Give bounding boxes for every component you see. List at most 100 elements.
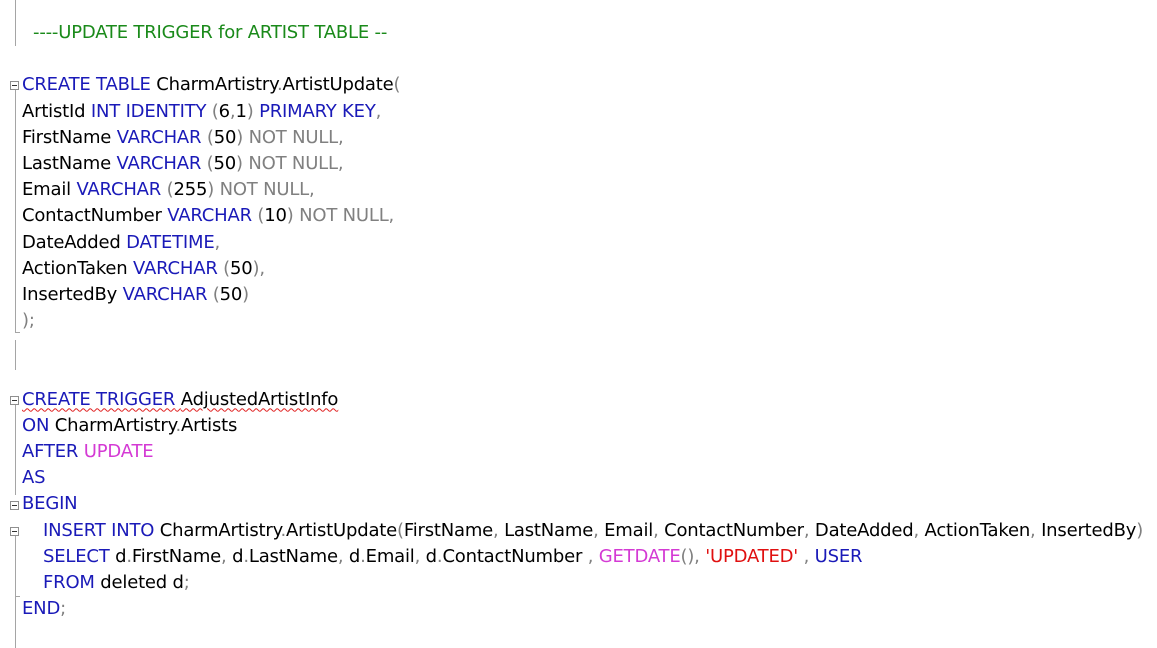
code-token: d bbox=[232, 545, 244, 567]
code-line-select[interactable]: SELECT d.FirstName, d.LastName, d.Email,… bbox=[22, 544, 1143, 570]
code-token: ArtistUpdate bbox=[282, 74, 394, 96]
code-line-insert-into[interactable]: INSERT INTO CharmArtistry.ArtistUpdate(F… bbox=[22, 518, 1143, 544]
code-line-close-table[interactable]: ); bbox=[22, 308, 1143, 334]
code-token: DateAdded bbox=[22, 231, 127, 253]
code-line-comment[interactable]: ----UPDATE TRIGGER for ARTIST TABLE -- bbox=[22, 20, 1143, 46]
code-token: INT IDENTITY bbox=[90, 100, 207, 122]
code-line-col-insertedby[interactable]: InsertedBy VARCHAR (50) bbox=[22, 282, 1143, 308]
collapse-create-trigger-icon[interactable] bbox=[10, 396, 19, 405]
code-token: DateAdded bbox=[814, 519, 914, 541]
code-token: FirstName bbox=[403, 519, 494, 541]
code-line-on-clause[interactable]: ON CharmArtistry.Artists bbox=[22, 413, 1143, 439]
code-line-create-table[interactable]: CREATE TABLE CharmArtistry.ArtistUpdate( bbox=[22, 72, 1143, 98]
code-token: 50 bbox=[213, 126, 237, 148]
code-token: ) NOT NULL, bbox=[286, 205, 395, 227]
code-token: DATETIME bbox=[126, 231, 215, 253]
code-token: FirstName bbox=[22, 126, 117, 148]
fold-guide-line bbox=[15, 405, 16, 495]
collapse-begin-icon[interactable] bbox=[10, 501, 19, 510]
code-token: CREATE TRIGGER bbox=[22, 388, 176, 410]
code-token: ( bbox=[201, 126, 214, 148]
code-line-col-dateadded[interactable]: DateAdded DATETIME, bbox=[22, 230, 1143, 256]
code-line-col-firstname[interactable]: FirstName VARCHAR (50) NOT NULL, bbox=[22, 125, 1143, 151]
code-token: ----UPDATE TRIGGER for ARTIST TABLE -- bbox=[22, 22, 388, 43]
code-line-end[interactable]: END; bbox=[22, 596, 1143, 622]
code-token: LastName bbox=[504, 519, 594, 541]
code-line-create-trigger[interactable]: CREATE TRIGGER AdjustedArtistInfo bbox=[22, 387, 1143, 413]
code-token: , bbox=[414, 545, 426, 567]
code-token: (), bbox=[680, 545, 706, 567]
fold-gutter bbox=[0, 0, 22, 648]
code-area[interactable]: ----UPDATE TRIGGER for ARTIST TABLE -- C… bbox=[22, 20, 1143, 622]
code-token: , bbox=[214, 231, 221, 253]
code-token: ContactNumber bbox=[22, 205, 168, 227]
code-token: VARCHAR bbox=[122, 283, 208, 305]
code-token: ) bbox=[1136, 519, 1144, 541]
code-token: VARCHAR bbox=[76, 179, 162, 201]
code-token: 50 bbox=[213, 152, 237, 174]
code-token: 'UPDATED' bbox=[705, 545, 799, 567]
code-token: 50 bbox=[230, 257, 253, 279]
collapse-insert-icon[interactable] bbox=[10, 527, 19, 536]
code-token: VARCHAR bbox=[116, 126, 202, 148]
code-token: INSERT INTO bbox=[43, 519, 155, 541]
code-token: d bbox=[348, 545, 361, 567]
code-token: AdjustedArtistInfo bbox=[180, 388, 339, 410]
code-token: 10 bbox=[264, 205, 287, 227]
fold-guide-line bbox=[15, 90, 16, 332]
code-token: 255 bbox=[173, 179, 208, 201]
fold-end-tick bbox=[15, 332, 20, 333]
code-token: Artists bbox=[181, 414, 238, 436]
code-line-from[interactable]: FROM deleted d; bbox=[22, 570, 1143, 596]
code-token: , bbox=[375, 100, 382, 122]
code-token: ActionTaken bbox=[924, 519, 1031, 541]
code-token: , bbox=[913, 519, 925, 541]
code-token: VARCHAR bbox=[116, 152, 202, 174]
code-line-as[interactable]: AS bbox=[22, 465, 1143, 491]
fold-guide-line bbox=[15, 536, 16, 648]
code-token: ArtistUpdate bbox=[286, 519, 398, 541]
code-token: , bbox=[593, 519, 605, 541]
code-token: LastName bbox=[248, 545, 338, 567]
code-token: ) NOT NULL, bbox=[236, 152, 344, 174]
code-token: , bbox=[798, 545, 815, 567]
sql-code-editor[interactable]: ----UPDATE TRIGGER for ARTIST TABLE -- C… bbox=[0, 0, 1157, 648]
collapse-create-table-icon[interactable] bbox=[10, 81, 19, 90]
code-line-col-actiontaken[interactable]: ActionTaken VARCHAR (50), bbox=[22, 256, 1143, 282]
code-token: ArtistId bbox=[22, 100, 91, 122]
code-line-after-update[interactable]: AFTER UPDATE bbox=[22, 439, 1143, 465]
code-line-col-artistid[interactable]: ArtistId INT IDENTITY (6,1) PRIMARY KEY, bbox=[22, 99, 1143, 125]
code-token: d bbox=[109, 545, 127, 567]
code-token: , bbox=[582, 545, 599, 567]
code-token: ( bbox=[251, 205, 265, 227]
code-token: ), bbox=[252, 257, 266, 279]
code-token: UPDATE bbox=[83, 441, 154, 462]
code-token: d bbox=[425, 545, 437, 567]
code-token: 1 bbox=[235, 100, 247, 122]
code-token: InsertedBy bbox=[22, 283, 123, 305]
code-line-blank-1[interactable] bbox=[22, 46, 1143, 72]
code-line-col-contactnumber[interactable]: ContactNumber VARCHAR (10) NOT NULL, bbox=[22, 203, 1143, 229]
code-line-begin[interactable]: BEGIN bbox=[22, 491, 1143, 517]
code-token: ); bbox=[22, 310, 35, 332]
code-token: FirstName bbox=[131, 545, 222, 567]
code-line-col-lastname[interactable]: LastName VARCHAR (50) NOT NULL, bbox=[22, 151, 1143, 177]
code-token: , bbox=[221, 545, 233, 567]
code-line-blank-2[interactable] bbox=[22, 334, 1143, 360]
code-token: AS bbox=[22, 467, 46, 489]
code-token: AFTER bbox=[22, 441, 79, 462]
code-token: , bbox=[337, 545, 349, 567]
code-line-blank-3[interactable] bbox=[22, 360, 1143, 386]
code-token: VARCHAR bbox=[133, 257, 218, 279]
code-token: USER bbox=[814, 545, 863, 567]
code-line-col-email[interactable]: Email VARCHAR (255) NOT NULL, bbox=[22, 177, 1143, 203]
code-token: ( bbox=[397, 519, 404, 541]
code-token: ; bbox=[60, 598, 66, 620]
code-token: ( bbox=[217, 257, 230, 279]
fold-guide-line bbox=[15, 0, 16, 46]
code-token: ContactNumber bbox=[664, 519, 804, 541]
code-token: , bbox=[1030, 519, 1042, 541]
code-token: ) bbox=[242, 283, 249, 305]
code-token: , bbox=[803, 519, 815, 541]
code-token: ActionTaken bbox=[22, 257, 134, 279]
